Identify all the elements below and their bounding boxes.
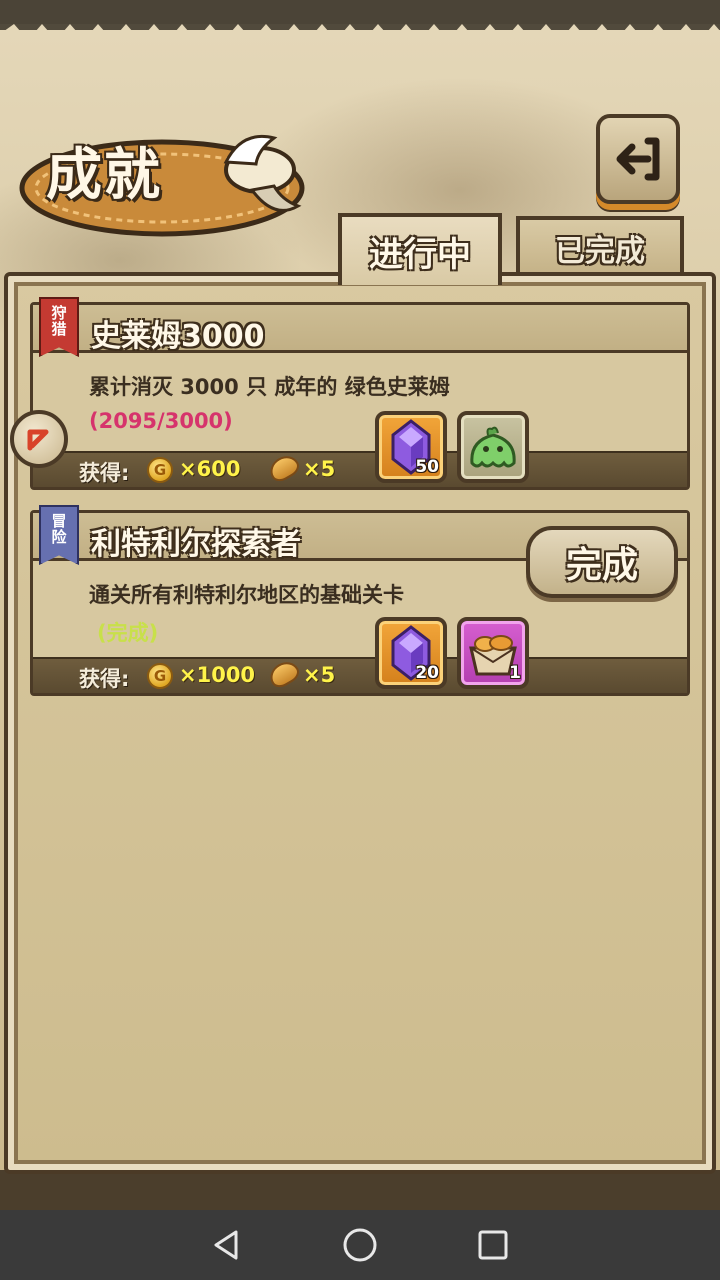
tag-char: 狩 bbox=[51, 304, 67, 322]
tab-completed-label: 已完成 bbox=[555, 234, 645, 269]
achievement-progress: (完成) bbox=[97, 621, 159, 645]
achievement-progress: (2095/3000) bbox=[89, 409, 233, 433]
back-triangle-icon[interactable] bbox=[210, 1228, 244, 1262]
achievement-title: 利特利尔探索者 bbox=[91, 527, 301, 562]
complete-button[interactable]: 完成 bbox=[526, 526, 678, 598]
arrow-up-icon bbox=[27, 429, 49, 451]
achievement-card: 狩 猎 史莱姆3000 累计消灭 3000 只 成年的 绿色史莱姆 (2095/… bbox=[30, 297, 690, 490]
green-slime-icon bbox=[470, 426, 516, 468]
return-arrow-icon bbox=[616, 137, 660, 181]
bread-amount: ×5 bbox=[303, 663, 336, 687]
recent-apps-square-icon[interactable] bbox=[476, 1228, 510, 1262]
tag-char: 险 bbox=[51, 528, 67, 546]
coin-amount: ×1000 bbox=[179, 663, 256, 687]
gold-coin-icon: G bbox=[147, 663, 173, 689]
item-count: 20 bbox=[415, 663, 439, 683]
reward-label: 获得: bbox=[79, 461, 130, 485]
tab-completed[interactable]: 已完成 bbox=[516, 216, 684, 276]
item-count: 1 bbox=[509, 663, 521, 683]
reward-item-slot[interactable] bbox=[457, 411, 529, 483]
reward-item-slot[interactable]: 1 bbox=[457, 617, 529, 689]
reward-bar: 获得: G ×1000 ×5 bbox=[33, 656, 687, 693]
reward-label: 获得: bbox=[79, 667, 130, 691]
tag-char: 冒 bbox=[51, 512, 67, 530]
panel-bottom-border bbox=[0, 1170, 720, 1210]
coin-amount: ×600 bbox=[179, 457, 241, 481]
home-circle-icon[interactable] bbox=[342, 1227, 378, 1263]
back-button[interactable] bbox=[596, 114, 680, 204]
tag-char: 猎 bbox=[51, 320, 67, 338]
reward-item-slot[interactable]: 20 bbox=[375, 617, 447, 689]
item-count: 50 bbox=[415, 457, 439, 477]
achievement-description: 累计消灭 3000 只 成年的 绿色史莱姆 bbox=[89, 375, 450, 399]
achievement-description: 通关所有利特利尔地区的基础关卡 bbox=[89, 583, 404, 607]
info-button[interactable] bbox=[10, 410, 68, 468]
tab-in-progress[interactable]: 进行中 bbox=[338, 213, 502, 285]
bread-icon bbox=[265, 450, 303, 486]
system-nav-bar bbox=[0, 1210, 720, 1280]
reward-item-slot[interactable]: 50 bbox=[375, 411, 447, 483]
bread-amount: ×5 bbox=[303, 457, 336, 481]
page-title: 成就 bbox=[46, 142, 162, 208]
tab-in-progress-label: 进行中 bbox=[369, 234, 471, 275]
complete-button-label: 完成 bbox=[565, 545, 638, 586]
reward-bar: 获得: G ×600 ×5 bbox=[33, 450, 687, 487]
bread-icon bbox=[265, 656, 303, 692]
achievement-title: 史莱姆3000 bbox=[91, 319, 265, 354]
gold-coin-icon: G bbox=[147, 457, 173, 483]
